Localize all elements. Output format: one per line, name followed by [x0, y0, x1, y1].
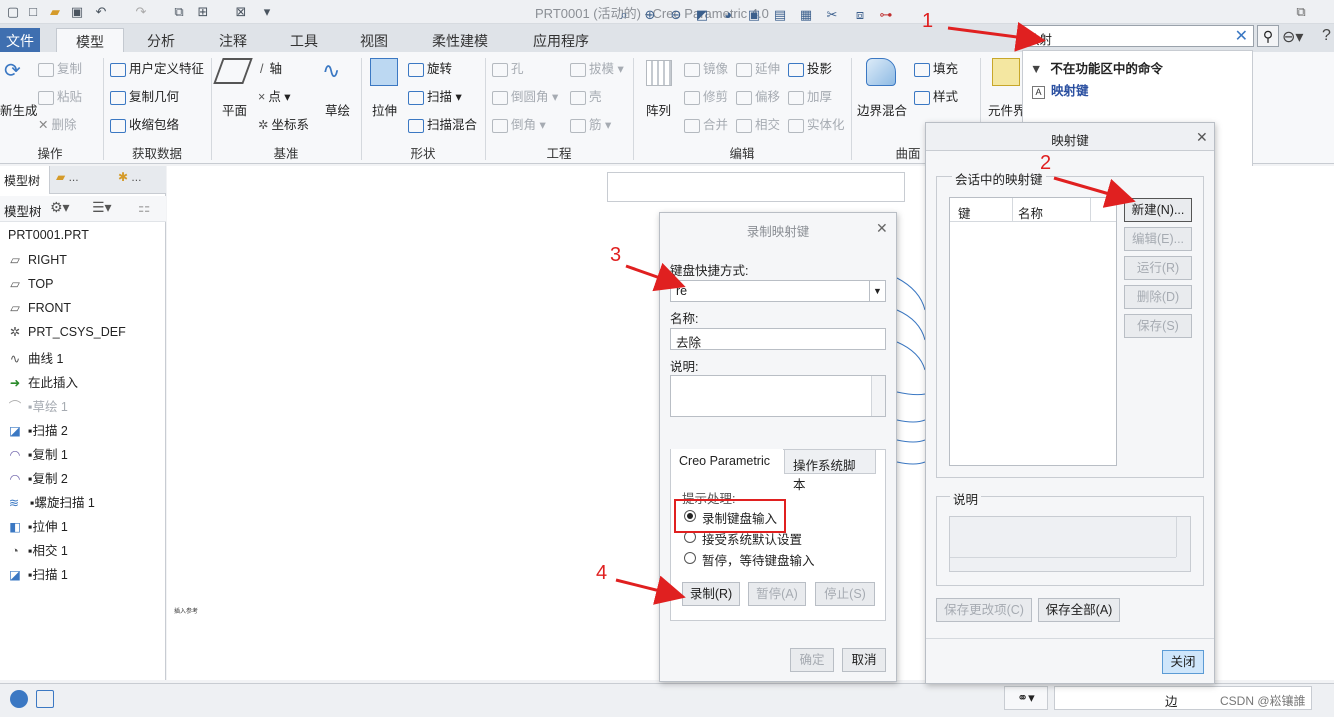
annotation-arrow-2 [1053, 176, 1136, 208]
annotation-arrow-4 [615, 575, 686, 605]
annotation-arrow-3 [625, 262, 686, 292]
annotation-3: 3 [610, 244, 622, 266]
annotation-2: 2 [1040, 152, 1052, 174]
annotation-4: 4 [596, 562, 608, 584]
annotation-arrows [615, 22, 1136, 605]
annotation-1: 1 [922, 10, 934, 32]
annotation-arrow-1 [947, 22, 1046, 52]
